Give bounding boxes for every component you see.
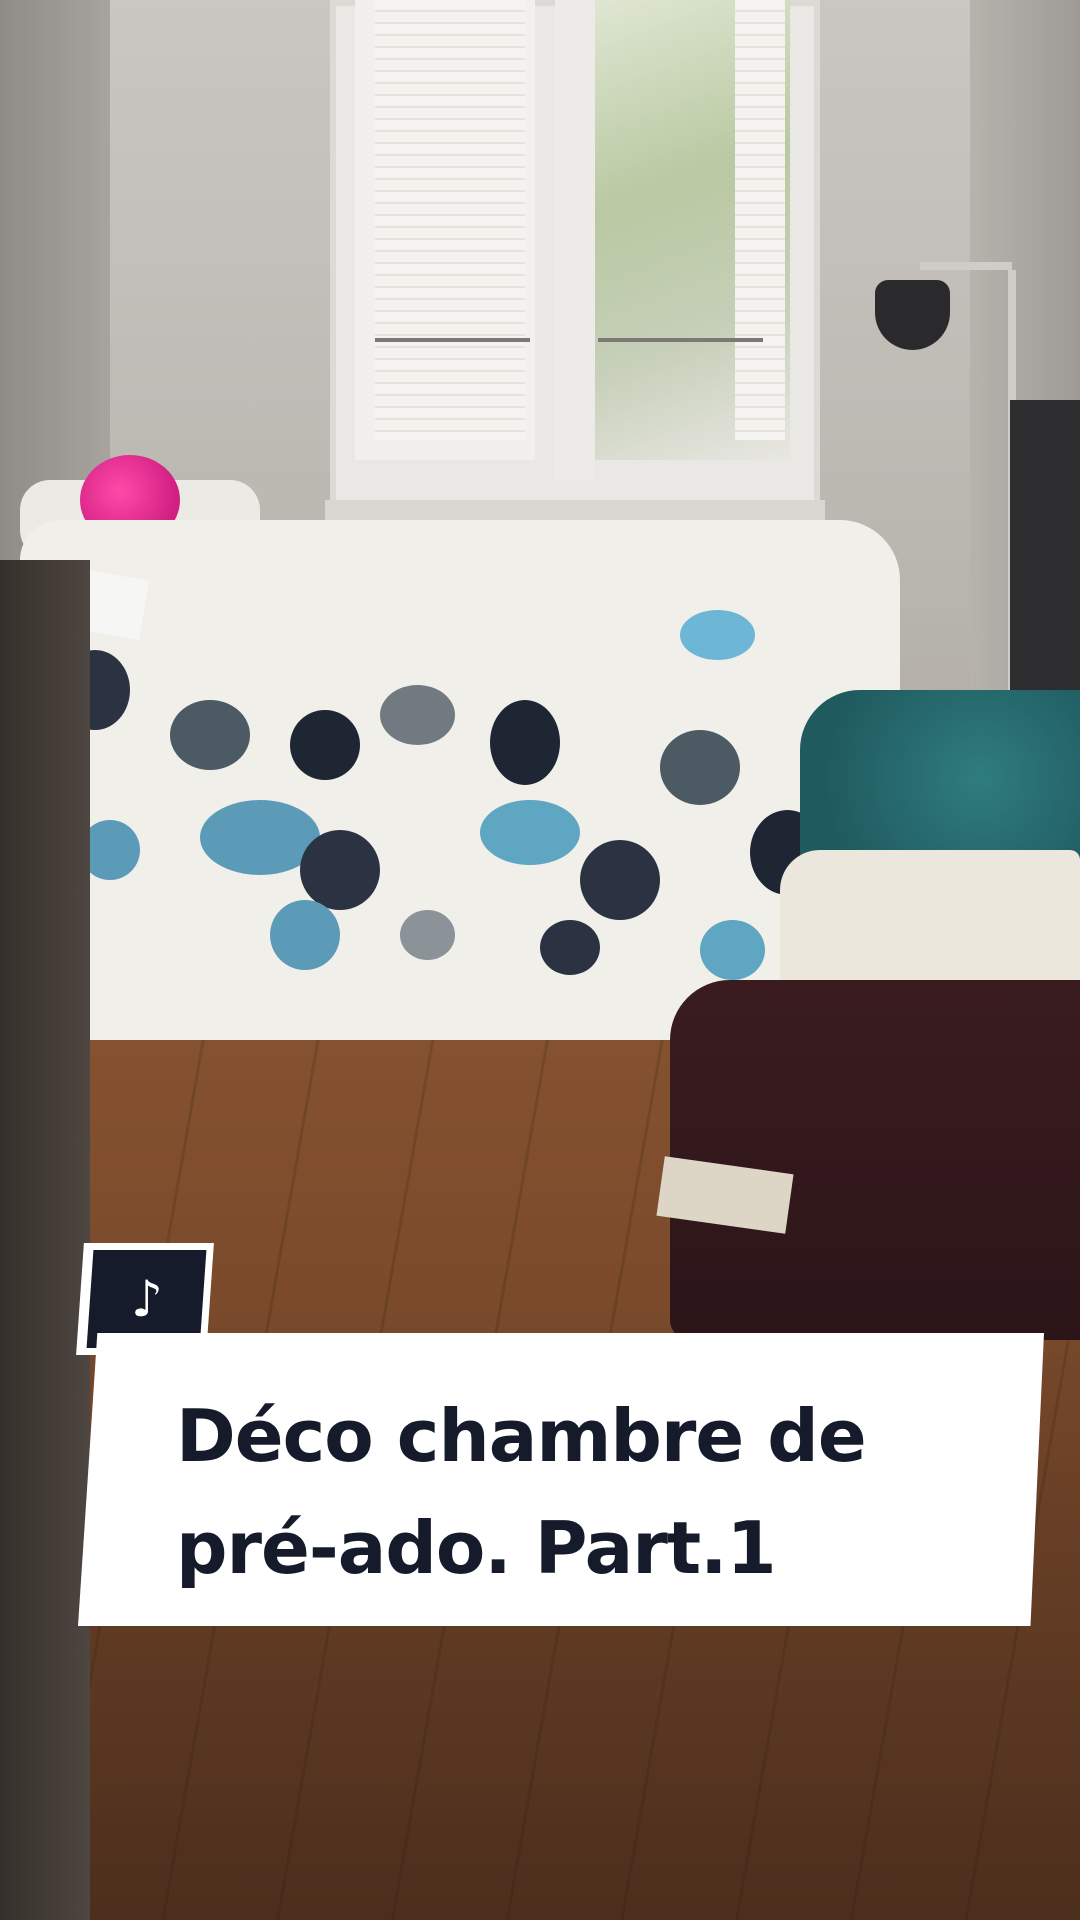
background-photo: [0, 0, 1080, 1920]
dark-furniture: [1010, 400, 1080, 740]
duvet-pattern-dot: [300, 830, 380, 910]
duvet-pattern-dot: [290, 710, 360, 780]
duvet-pattern-dot: [660, 730, 740, 805]
window-shutter: [375, 0, 525, 440]
door-edge: [0, 560, 90, 1920]
window-railing: [598, 338, 763, 342]
duvet-pattern-dot: [380, 685, 455, 745]
bed-with-patterned-duvet: [20, 520, 900, 1040]
duvet-pattern-dot: [270, 900, 340, 970]
duvet-pattern-dot: [700, 920, 765, 980]
duvet-pattern-dot: [580, 840, 660, 920]
duvet-pattern-dot: [480, 800, 580, 865]
duvet-pattern-dot: [680, 610, 755, 660]
floor-lamp-arm: [920, 262, 1012, 270]
caption-line-2: pré-ado. Part.1: [176, 1506, 777, 1590]
duvet-pattern-dot: [540, 920, 600, 975]
duvet-pattern-dot: [490, 700, 560, 785]
caption-line-1: Déco chambre de: [176, 1394, 867, 1478]
window-railing: [375, 338, 530, 342]
window-mullion: [555, 0, 595, 480]
dark-clothing-pile: [670, 980, 1080, 1340]
duvet-pattern-dot: [400, 910, 455, 960]
caption-title: Déco chambre de pré-ado. Part.1: [176, 1380, 996, 1604]
window-shutter-right: [735, 0, 785, 440]
tiktok-note-icon: ♪: [130, 1270, 163, 1328]
duvet-pattern-dot: [170, 700, 250, 770]
